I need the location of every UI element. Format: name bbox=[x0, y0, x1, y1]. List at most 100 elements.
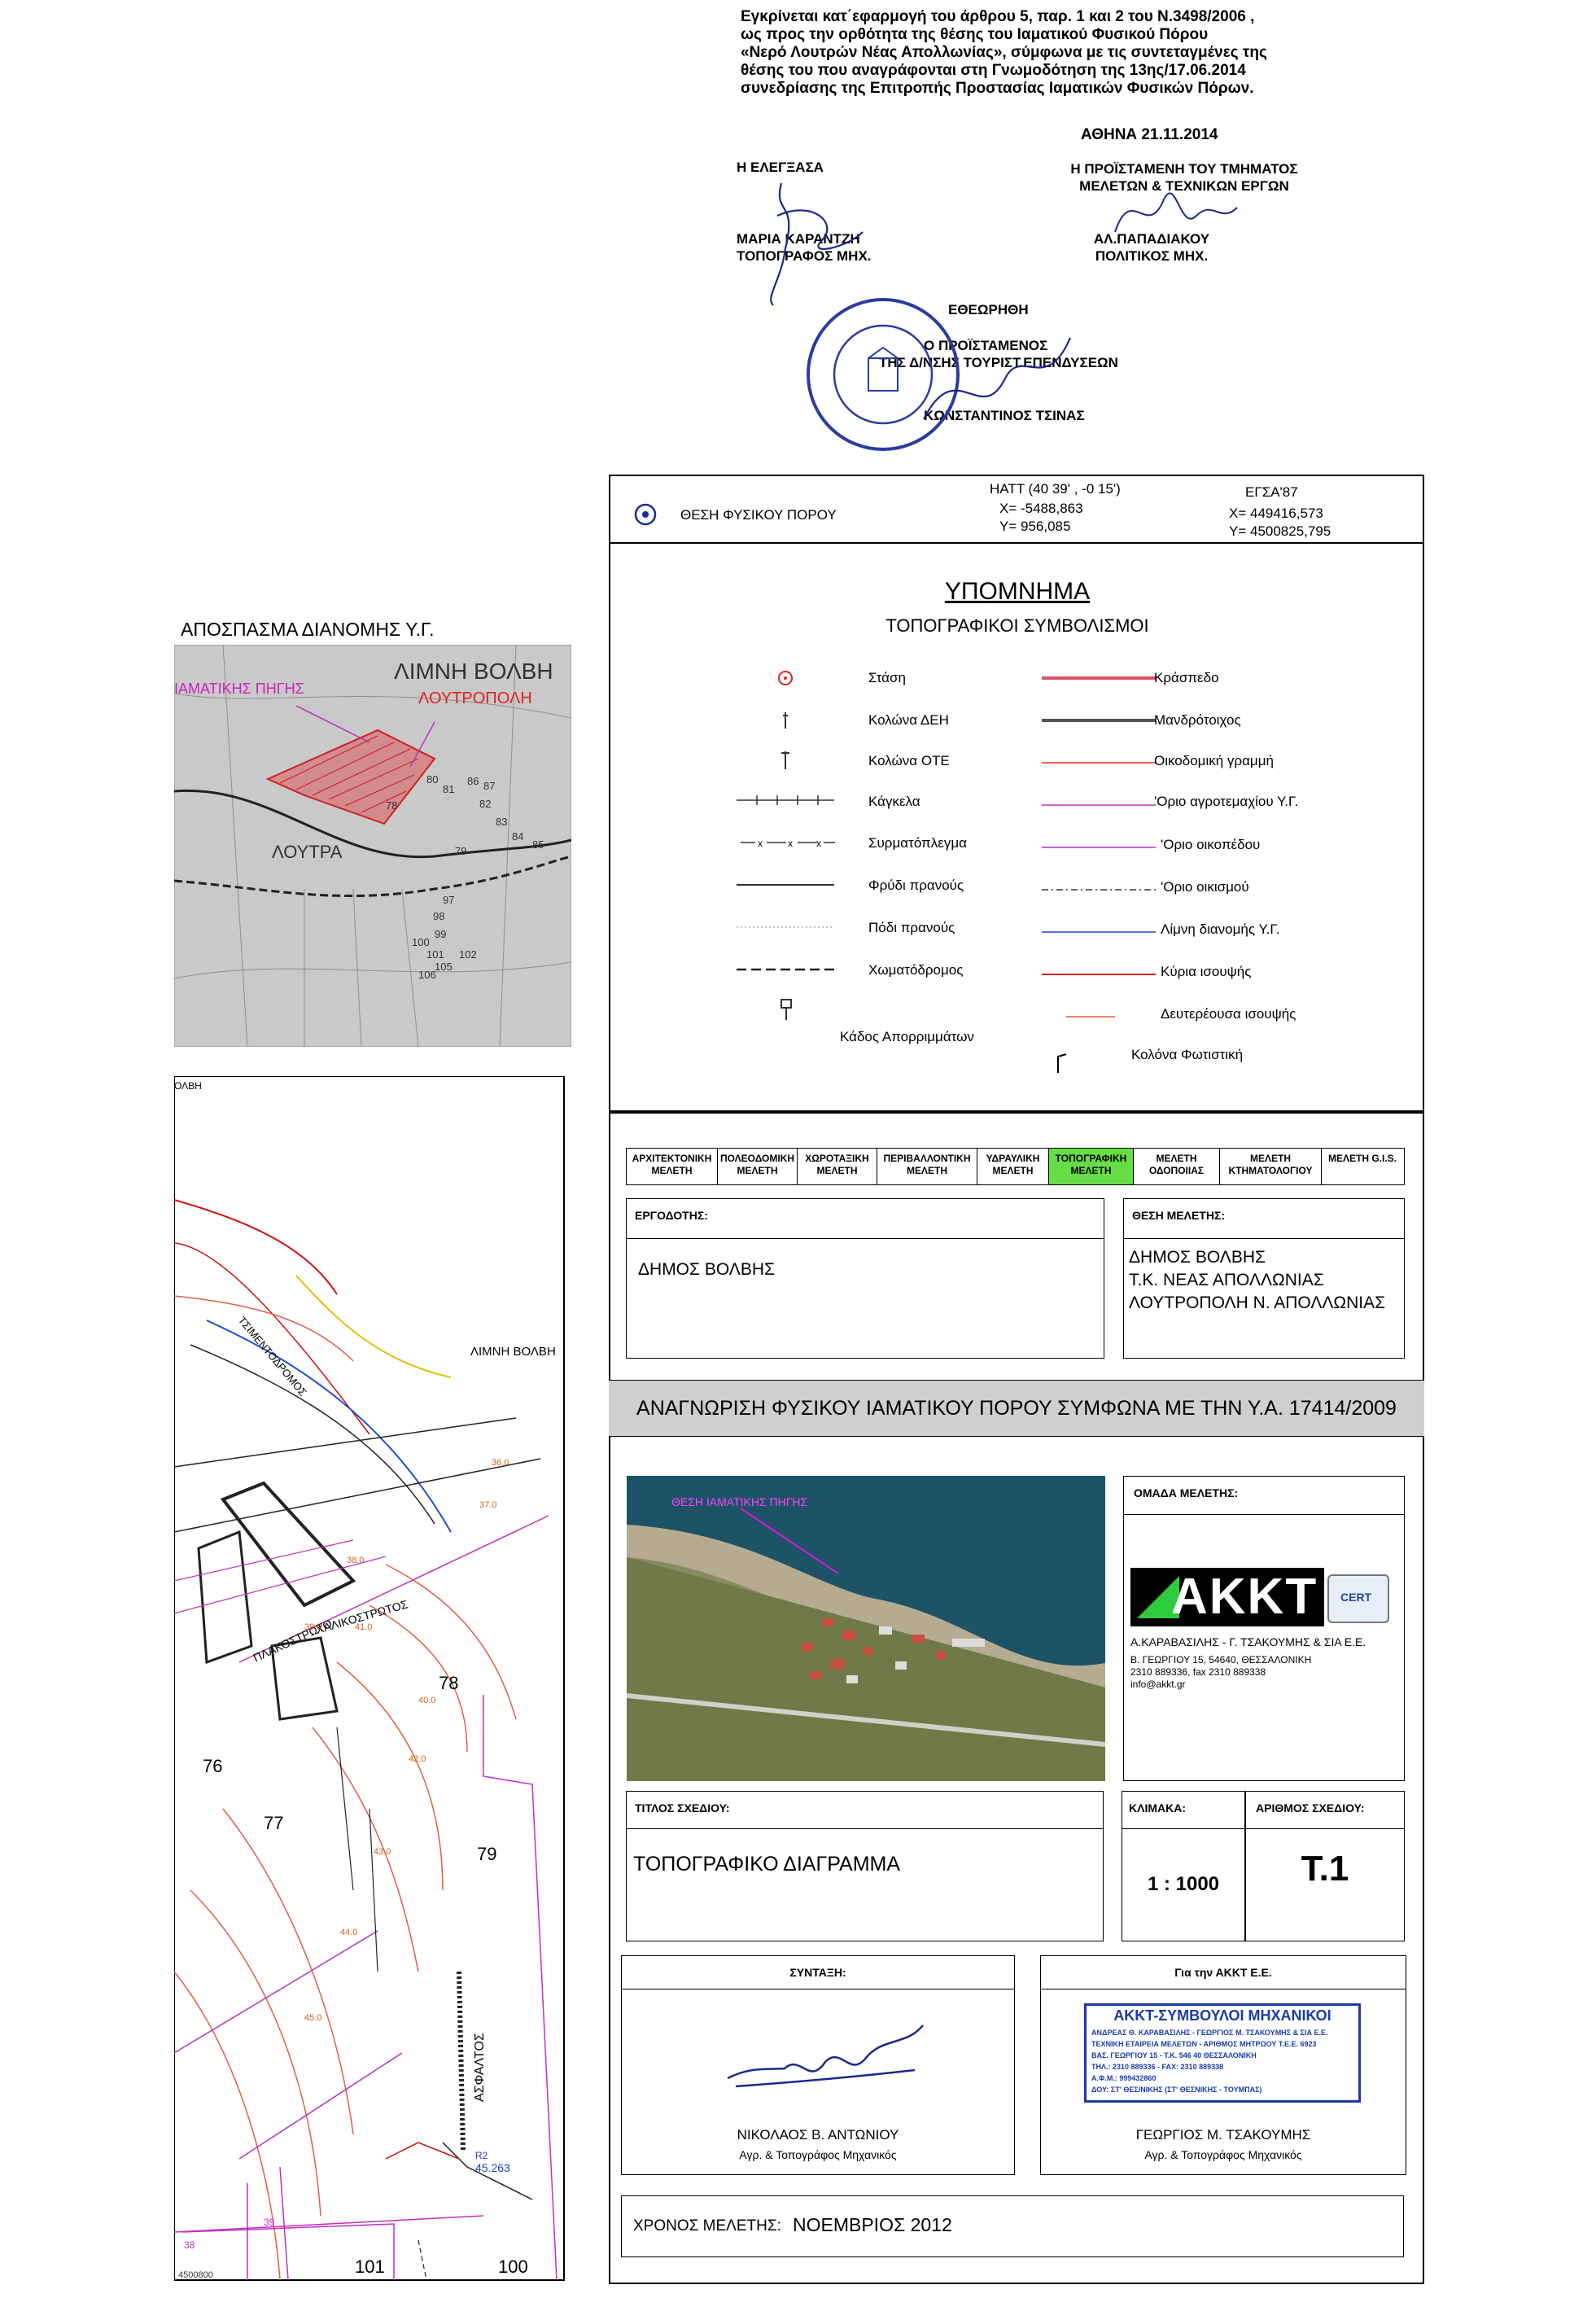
legend-left-item: Στάση bbox=[868, 670, 906, 685]
study-tab: ΜΕΛΕΤΗ G.I.S. bbox=[1327, 1153, 1397, 1164]
stamp-line: ΤΗΛ.: 2310 889336 - FAX: 2310 889338 bbox=[1091, 2063, 1224, 2071]
team-box: ΟΜΑΔΑ ΜΕΛΕΤΗΣ: AKKT CERT Α.ΚΑΡΑΒΑΣΙΛΗΣ -… bbox=[1123, 1476, 1405, 1781]
project-title: ΑΝΑΓΝΩΡΙΣΗ ΦΥΣΙΚΟΥ ΙΑΜΑΤΙΚΟΥ ΠΟΡΟΥ ΣΥΜΦΩ… bbox=[636, 1397, 1397, 1420]
team-address: Β. ΓΕΩΡΓΙΟΥ 15, 54640, ΘΕΣΣΑΛΟΝΙΚΗ bbox=[1130, 1654, 1312, 1666]
legend-right-item: Μανδρότοιχος bbox=[1154, 712, 1241, 728]
legend-left-item: Πόδι πρανούς bbox=[868, 920, 955, 935]
plan-parcel-number: 38 bbox=[184, 2239, 195, 2251]
team-label: ΟΜΑΔΑ ΜΕΛΕΤΗΣ: bbox=[1134, 1486, 1239, 1499]
ministry-seal bbox=[807, 298, 1072, 451]
legend-subtitle: ΤΟΠΟΓΡΑΦΙΚΟΙ ΣΥΜΒΟΛΙΣΜΟΙ bbox=[885, 615, 1149, 636]
composer-role: Αγρ. & Τοπογράφος Μηχανικός bbox=[739, 2148, 897, 2161]
legend-right-item: Κύρια ισουψής bbox=[1161, 964, 1252, 979]
stamp-line: ΔΟΥ: ΣΤ' ΘΕΣ/ΝΙΚΗΣ (ΣΤ' ΘΕΣΝΙΚΗΣ - ΤΟΥΜΠ… bbox=[1091, 2086, 1262, 2094]
street-light-icon bbox=[1057, 1053, 1067, 1073]
plan-parcel-number: 79 bbox=[477, 1844, 496, 1864]
location-box: ΘΕΣΗ ΜΕΛΕΤΗΣ: ΔΗΜΟΣ ΒΟΛΒΗΣ Τ.Κ. ΝΕΑΣ ΑΠΟ… bbox=[1123, 1198, 1405, 1359]
svg-text:x: x bbox=[816, 838, 821, 849]
egsa-x: X= 449416,573 bbox=[1229, 506, 1323, 521]
study-tab: ΥΔΡΑΥΛΙΚΗ ΜΕΛΕΤΗ bbox=[977, 1149, 1049, 1184]
svg-text:x: x bbox=[788, 838, 793, 849]
legend-right-item: Κράσπεδο bbox=[1154, 670, 1219, 685]
plan-road-label: ΑΣΦΑΛΤΟΣ bbox=[473, 2033, 487, 2102]
legend-right-item: 'Οριο οικισμού bbox=[1161, 879, 1249, 895]
project-title-bar: ΑΝΑΓΝΩΡΙΣΗ ΦΥΣΙΚΟΥ ΙΑΜΑΤΙΚΟΥ ΠΟΡΟΥ ΣΥΜΦΩ… bbox=[609, 1380, 1424, 1437]
study-tab: ΠΟΛΕΟΔΟΜΙΚΗ ΜΕΛΕΤΗ bbox=[718, 1149, 798, 1184]
stamp-line: ΑΝΔΡΕΑΣ Θ. ΚΑΡΑΒΑΣΙΛΗΣ - ΓΕΩΡΓΙΟΣ Μ. ΤΣΑ… bbox=[1091, 2029, 1328, 2037]
client-label: ΕΡΓΟΔΟΤΗΣ: bbox=[635, 1209, 708, 1222]
signer-role: Αγρ. & Τοπογράφος Μηχανικός bbox=[1144, 2148, 1302, 2161]
location-line: ΔΗΜΟΣ ΒΟΛΒΗΣ bbox=[1129, 1248, 1266, 1267]
company-signer-box: Για την ΑΚΚΤ Ε.Ε. ΑΚΚΤ-ΣΥΜΒΟΥΛΟΙ ΜΗΧΑΝΙΚ… bbox=[1040, 1955, 1406, 2175]
scale-label: ΚΛΙΜΑΚΑ: bbox=[1129, 1801, 1186, 1814]
plan-contour-label: 41.0 bbox=[355, 1622, 372, 1632]
legend-title: ΥΠΟΜΝΗΜΑ bbox=[944, 578, 1091, 605]
approval-line: «Νερό Λουτρών Νέας Απολλωνίας», σύμφωνα … bbox=[741, 44, 1267, 61]
legend-left-item: Κολώνα ΔΕΗ bbox=[868, 712, 949, 728]
legend-right-item: Κολόνα Φωτιστική bbox=[1131, 1047, 1244, 1062]
signer-name: ΓΕΩΡΓΙΟΣ Μ. ΤΣΑΚΟΥΜΗΣ bbox=[1135, 2127, 1311, 2143]
legend-right-item: 'Οριο οικοπέδου bbox=[1161, 837, 1261, 852]
client-value: ΔΗΜΟΣ ΒΟΛΒΗΣ bbox=[638, 1260, 775, 1279]
cert-text: CERT bbox=[1340, 1591, 1372, 1604]
approval-line: θέσης του που αναγράφονται στη Γνωμοδότη… bbox=[741, 62, 1246, 79]
legend-left-item: Κάδος Απορριμμάτων bbox=[840, 1029, 974, 1044]
study-date-value: ΝΟΕΜΒΡΙΟΣ 2012 bbox=[793, 2214, 952, 2235]
location-line: Τ.Κ. ΝΕΑΣ ΑΠΟΛΛΩΝΙΑΣ bbox=[1129, 1271, 1324, 1289]
approval-text: Εγκρίνεται κατ΄εφαρμογή του άρθρου 5, πα… bbox=[741, 8, 1327, 98]
legend-right-item: Δευτερέουσα ισουψής bbox=[1161, 1006, 1296, 1022]
topographic-plan: ΟΛΒΗ ΛΙΜΝΗ ΒΟΛΒΗ ΤΣΙΜΕΝΤΟΔΡΟΜΟΣ ΠΛΑΚΟΣΤΡ… bbox=[174, 1076, 565, 2281]
plan-contour-label: 40.0 bbox=[418, 1696, 435, 1705]
logo-text: AKKT bbox=[1171, 1569, 1318, 1625]
spring-position-icon bbox=[634, 503, 657, 526]
legend-left-item: Κολώνα ΟΤΕ bbox=[868, 753, 950, 768]
plan-parcel-number: 78 bbox=[439, 1673, 458, 1693]
plan-contour-label: 38.0 bbox=[347, 1556, 364, 1565]
composer-box: ΣΥΝΤΑΞΗ: ΝΙΚΟΛΑΟΣ Β. ΑΝΤΩΝΙΟΥ Αγρ. & Τοπ… bbox=[621, 1955, 1015, 2175]
excerpt-parcel: 99 bbox=[435, 928, 446, 940]
excerpt-parcel: 106 bbox=[418, 969, 436, 981]
head-signature bbox=[1114, 192, 1238, 233]
drawing-title: ΤΟΠΟΓΡΑΦΙΚΟ ΔΙΑΓΡΑΜΜΑ bbox=[633, 1853, 901, 1876]
stamp-line: Α.Φ.Μ.: 999432860 bbox=[1091, 2074, 1157, 2082]
excerpt-title: ΑΠΟΣΠΑΣΜΑ ΔΙΑΝΟΜΗΣ Υ.Γ. bbox=[181, 619, 435, 640]
legend-left-item: Χωματόδρομος bbox=[868, 962, 964, 978]
head-role: ΠΟΛΙΤΙΚΟΣ ΜΗΧ. bbox=[1095, 248, 1209, 264]
study-tab: ΜΕΛΕΤΗ ΟΔΟΠΟΙΙΑΣ bbox=[1134, 1149, 1220, 1184]
study-tab: ΑΡΧΙΤΕΚΤΟΝΙΚΗ ΜΕΛΕΤΗ bbox=[627, 1149, 718, 1184]
excerpt-parcel: 81 bbox=[443, 783, 454, 795]
legend-box: ΥΠΟΜΝΗΜΑ ΤΟΠΟΓΡΑΦΙΚΟΙ ΣΥΜΒΟΛΙΣΜΟΙ x x x Στ… bbox=[609, 542, 1424, 1112]
plan-parcel-number: 100 bbox=[498, 2256, 528, 2277]
excerpt-parcel: 82 bbox=[479, 798, 491, 810]
excerpt-parcel: 78 bbox=[386, 799, 397, 812]
drawing-number-box: ΑΡΙΘΜΟΣ ΣΧΕΔΙΟΥ: Τ.1 bbox=[1245, 1791, 1405, 1941]
plan-point-value: 45.263 bbox=[475, 2161, 510, 2174]
excerpt-parcel: 102 bbox=[459, 948, 477, 961]
plan-corner-coord: 4500800 bbox=[178, 2270, 213, 2280]
egsa-y: Y= 4500825,795 bbox=[1229, 523, 1331, 539]
excerpt-parcel: 79 bbox=[455, 845, 466, 857]
coords-label: ΘΕΣΗ ΦΥΣΙΚΟΥ ΠΟΡΟΥ bbox=[680, 507, 837, 523]
drawing-title-box: ΤΙΤΛΟΣ ΣΧΕΔΙΟΥ: ΤΟΠΟΓΡΑΦΙΚΟ ΔΙΑΓΡΑΜΜΑ bbox=[626, 1791, 1104, 1941]
study-date-box: ΧΡΟΝΟΣ ΜΕΛΕΤΗΣ: ΝΟΕΜΒΡΙΟΣ 2012 bbox=[621, 2195, 1404, 2257]
plan-contour-label: 44.0 bbox=[340, 1928, 357, 1937]
approval-line: Εγκρίνεται κατ΄εφαρμογή του άρθρου 5, πα… bbox=[741, 8, 1255, 25]
excerpt-parcel: 80 bbox=[426, 773, 438, 786]
plan-parcel-number: 77 bbox=[264, 1813, 283, 1833]
composer-signature bbox=[727, 2024, 924, 2088]
legend-left-item: Κάγκελα bbox=[868, 794, 920, 809]
stamp-line: ΒΑΣ. ΓΕΩΡΓΙΟΥ 15 - Τ.Κ. 546 40 ΘΕΣΣΑΛΟΝΙ… bbox=[1091, 2051, 1257, 2059]
excerpt-parcel: 83 bbox=[496, 816, 507, 828]
plan-corner-label: ΟΛΒΗ bbox=[174, 1080, 202, 1092]
excerpt-spring: ΙΑΜΑΤΙΚΗΣ ΠΗΓΗΣ bbox=[174, 681, 304, 697]
coordinates-box: ΘΕΣΗ ΦΥΣΙΚΟΥ ΠΟΡΟΥ HATT (40 39' , -0 15'… bbox=[609, 475, 1424, 544]
plan-contour-label: 45.0 bbox=[304, 2013, 321, 2023]
team-company: Α.ΚΑΡΑΒΑΣΙΛΗΣ - Γ. ΤΣΑΚΟΥΜΗΣ & ΣΙΑ Ε.Ε. bbox=[1130, 1635, 1366, 1648]
excerpt-town: ΛΟΥΤΡΟΠΟΛΗ bbox=[418, 689, 532, 707]
excerpt-parcel: 87 bbox=[483, 780, 495, 792]
photo-label: ΘΕΣΗ ΙΑΜΑΤΙΚΗΣ ΠΗΓΗΣ bbox=[671, 1495, 808, 1508]
drawing-title-label: ΤΙΤΛΟΣ ΣΧΕΔΙΟΥ: bbox=[635, 1801, 730, 1814]
legend-right-item: 'Οριο αγροτεμαχίου Υ.Γ. bbox=[1154, 794, 1299, 809]
company-stamp: ΑΚΚΤ-ΣΥΜΒΟΥΛΟΙ ΜΗΧΑΝΙΚΟΙ ΑΝΔΡΕΑΣ Θ. ΚΑΡΑ… bbox=[1084, 2003, 1361, 2103]
cert-badge: CERT bbox=[1327, 1574, 1389, 1623]
